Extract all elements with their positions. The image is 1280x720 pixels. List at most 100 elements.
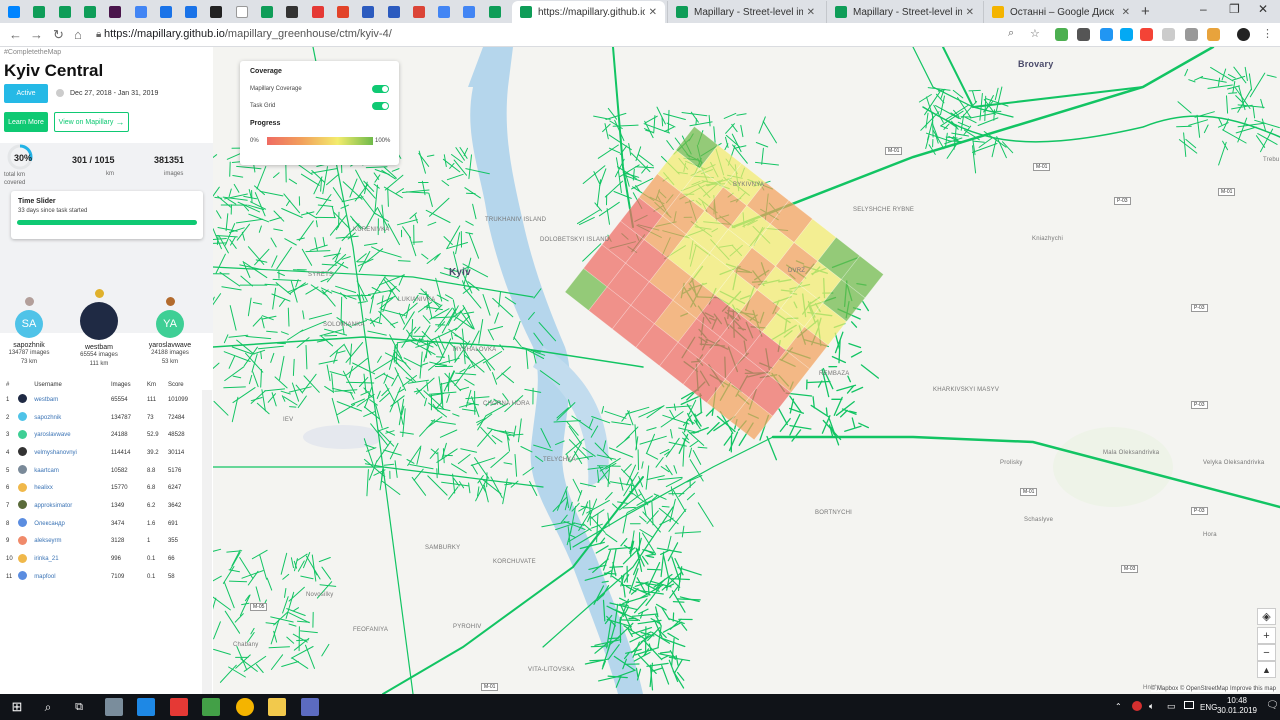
pinned-tab[interactable]: [332, 3, 354, 20]
pinned-tab[interactable]: [307, 3, 329, 20]
coverage-road: [268, 646, 290, 649]
pinned-tab[interactable]: [104, 3, 126, 20]
tab[interactable]: Останні – Google Диск ✕: [983, 1, 1138, 23]
close-tab-icon[interactable]: ✕: [807, 7, 815, 18]
zoom-out-button[interactable]: −: [1257, 644, 1276, 661]
username-link[interactable]: velmyshanovnyi: [34, 444, 111, 462]
pinned-tab[interactable]: [130, 3, 152, 20]
extension-icon[interactable]: [1100, 28, 1113, 41]
task-view-icon[interactable]: ⧉: [70, 698, 88, 716]
coverage-road: [281, 661, 299, 667]
address-bar[interactable]: https://mapillary.github.io/mapillary_gr…: [104, 28, 392, 40]
pinned-tab[interactable]: [484, 3, 506, 20]
zoom-in-button[interactable]: +: [1257, 627, 1276, 644]
search-icon[interactable]: ⌕: [39, 698, 57, 716]
status-active-button[interactable]: Active: [4, 84, 48, 103]
username-link[interactable]: healixx: [34, 479, 111, 497]
pinned-tab[interactable]: [231, 3, 253, 20]
file-explorer-icon[interactable]: [268, 698, 286, 716]
close-tab-icon[interactable]: ✕: [966, 7, 974, 18]
coverage-road: [740, 124, 744, 138]
bookmark-star-icon[interactable]: ☆: [1030, 27, 1040, 40]
close-tab-icon[interactable]: ✕: [649, 7, 657, 18]
username-link[interactable]: yaroslavwave: [34, 426, 111, 444]
tray-app-icon[interactable]: [1132, 701, 1142, 711]
back-icon[interactable]: ←: [9, 27, 22, 42]
extension-icon[interactable]: [1140, 28, 1153, 41]
username-link[interactable]: Олександр: [34, 515, 111, 533]
coverage-road: [470, 457, 496, 466]
maximize-icon[interactable]: ❐: [1229, 2, 1240, 16]
map-canvas[interactable]: Kyiv Brovary TRUKHANIV ISLAND DOLOBETSKYI I…: [213, 47, 1280, 694]
leader-card[interactable]: YA yaroslavwave 24188 images 53 km: [135, 297, 205, 367]
coverage-road: [213, 154, 218, 159]
reload-icon[interactable]: ↻: [53, 27, 64, 43]
pinned-tab[interactable]: [28, 3, 50, 20]
extension-icon[interactable]: [1120, 28, 1133, 41]
pinned-tab[interactable]: [281, 3, 303, 20]
username-link[interactable]: irinka_21: [34, 550, 111, 568]
coverage-road: [389, 442, 399, 460]
menu-kebab-icon[interactable]: ⋮: [1262, 27, 1273, 40]
view-on-mapillary-button[interactable]: View on Mapillary →: [54, 112, 129, 132]
pinned-tab[interactable]: [155, 3, 177, 20]
pinned-tab[interactable]: [205, 3, 227, 20]
task-grid-toggle[interactable]: [372, 102, 389, 110]
layers-icon[interactable]: ◈: [1257, 608, 1276, 625]
app-icon[interactable]: [170, 698, 188, 716]
app-icon[interactable]: [105, 698, 123, 716]
clock[interactable]: 10:48 30.01.2019: [1210, 696, 1264, 716]
tab[interactable]: Mapillary - Street-level imagery ✕: [826, 1, 982, 23]
leader-card[interactable]: westbam 65554 images 111 km: [64, 289, 134, 369]
extension-icon[interactable]: [1055, 28, 1068, 41]
app-icon[interactable]: [137, 698, 155, 716]
close-window-icon[interactable]: ✕: [1258, 2, 1268, 16]
close-tab-icon[interactable]: ✕: [1122, 7, 1130, 18]
pinned-tab[interactable]: [3, 3, 25, 20]
windows-start-icon[interactable]: ⊞: [8, 698, 26, 716]
network-icon[interactable]: ▭: [1167, 701, 1176, 712]
forward-icon[interactable]: →: [30, 27, 43, 42]
extension-icon[interactable]: [1077, 28, 1090, 41]
pinned-tab[interactable]: [180, 3, 202, 20]
volume-icon[interactable]: 🔈︎: [1149, 701, 1154, 712]
pinned-tab[interactable]: [458, 3, 480, 20]
tab[interactable]: Mapillary - Street-level imagery ✕: [667, 1, 823, 23]
tab-active[interactable]: https://mapillary.github.io/map ✕: [512, 1, 665, 23]
coverage-road: [778, 408, 788, 426]
pinned-tab[interactable]: [79, 3, 101, 20]
minimize-icon[interactable]: –: [1200, 2, 1207, 16]
map-attribution[interactable]: © Mapbox © OpenStreetMap Improve this ma…: [1150, 686, 1276, 692]
pinned-tab[interactable]: [357, 3, 379, 20]
extension-icon[interactable]: [1185, 28, 1198, 41]
learn-more-button[interactable]: Learn More: [4, 112, 48, 132]
pinned-tab[interactable]: [256, 3, 278, 20]
save-app-icon[interactable]: [301, 698, 319, 716]
leader-card[interactable]: SA sapozhnik 134787 images 73 km: [0, 297, 64, 367]
pinned-tab[interactable]: [54, 3, 76, 20]
username-link[interactable]: sapozhnik: [34, 409, 111, 427]
username-link[interactable]: mapfool: [34, 568, 111, 586]
username-link[interactable]: westbam: [34, 391, 111, 409]
extension-icon[interactable]: [1162, 28, 1175, 41]
compass-icon[interactable]: ▲: [1257, 661, 1276, 678]
pinned-tab[interactable]: [433, 3, 455, 20]
tray-chevron-icon[interactable]: ⌃: [1115, 702, 1122, 711]
username-link[interactable]: kaartcam: [34, 462, 111, 480]
mapillary-coverage-toggle[interactable]: [372, 85, 389, 93]
home-icon[interactable]: ⌂: [74, 27, 82, 42]
panel-scrollbar[interactable]: [202, 390, 212, 694]
app-icon[interactable]: [202, 698, 220, 716]
profile-avatar-icon[interactable]: [1237, 28, 1250, 41]
pinned-tab[interactable]: [383, 3, 405, 20]
pinned-tab[interactable]: [408, 3, 430, 20]
new-tab-button[interactable]: +: [1141, 3, 1150, 20]
username-link[interactable]: approksimator: [34, 497, 111, 515]
notifications-icon[interactable]: 🗨︎: [1266, 700, 1279, 711]
username-link[interactable]: alekseyrm: [34, 533, 111, 551]
chrome-icon[interactable]: [236, 698, 254, 716]
extension-icon[interactable]: [1207, 28, 1220, 41]
zoom-search-icon[interactable]: ⌕: [1008, 27, 1014, 40]
time-slider-track[interactable]: [17, 220, 197, 225]
coverage-road: [605, 533, 618, 543]
